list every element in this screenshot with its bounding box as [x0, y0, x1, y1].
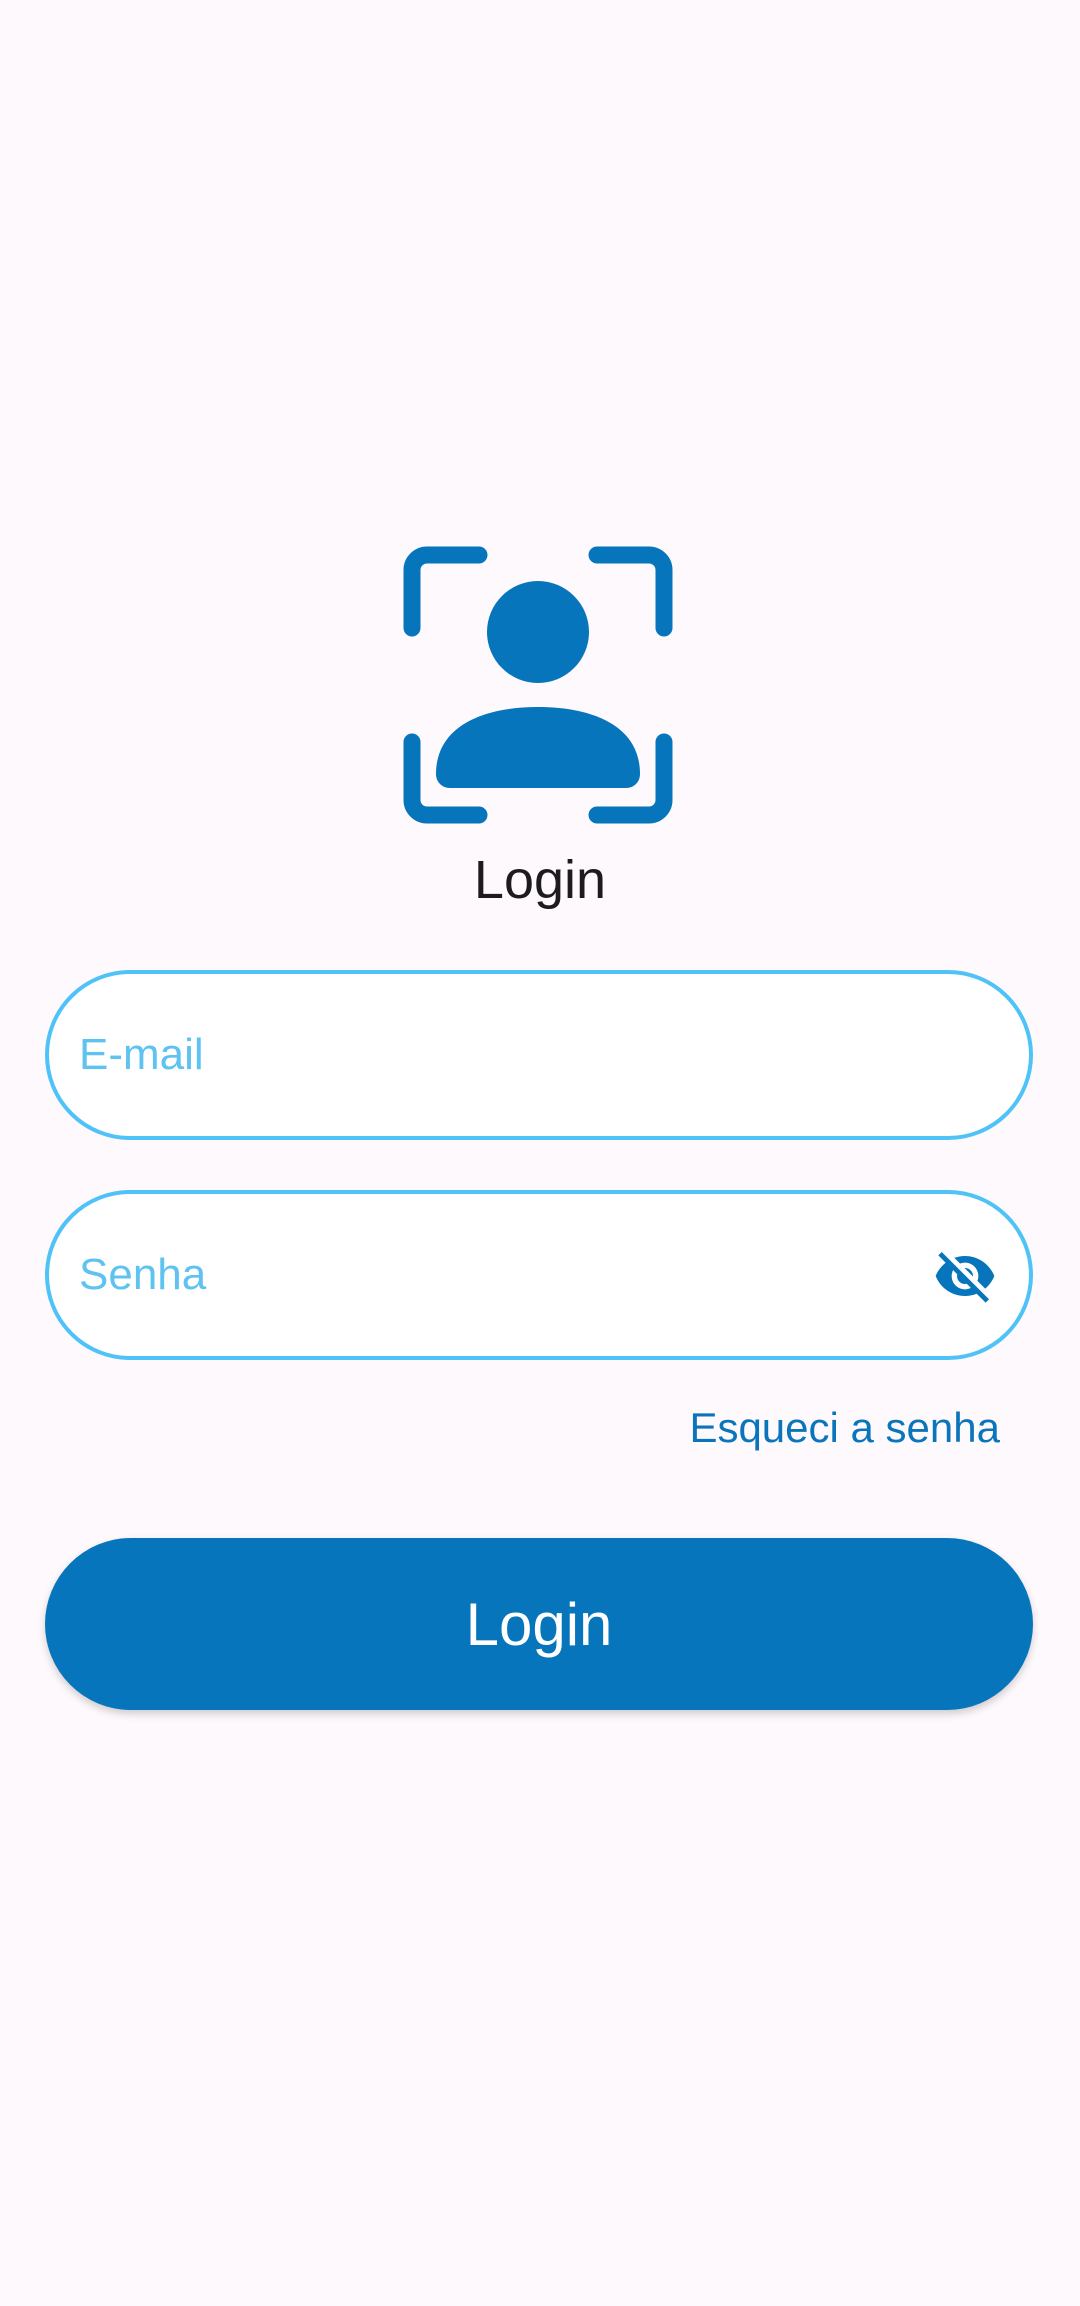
visibility-off-icon: [935, 1252, 995, 1303]
login-button[interactable]: Login: [45, 1538, 1033, 1710]
email-input[interactable]: [79, 974, 919, 1136]
forgot-password-link[interactable]: Esqueci a senha: [689, 1403, 1000, 1453]
email-field[interactable]: [45, 970, 1033, 1140]
page-title: Login: [473, 850, 607, 910]
face-scan-user-icon: [403, 546, 673, 824]
password-input[interactable]: [79, 1194, 919, 1356]
password-field[interactable]: [45, 1190, 1033, 1360]
login-screen: Login Esqueci a senha Login: [0, 0, 1080, 2306]
visibility-toggle-button[interactable]: [933, 1244, 997, 1308]
